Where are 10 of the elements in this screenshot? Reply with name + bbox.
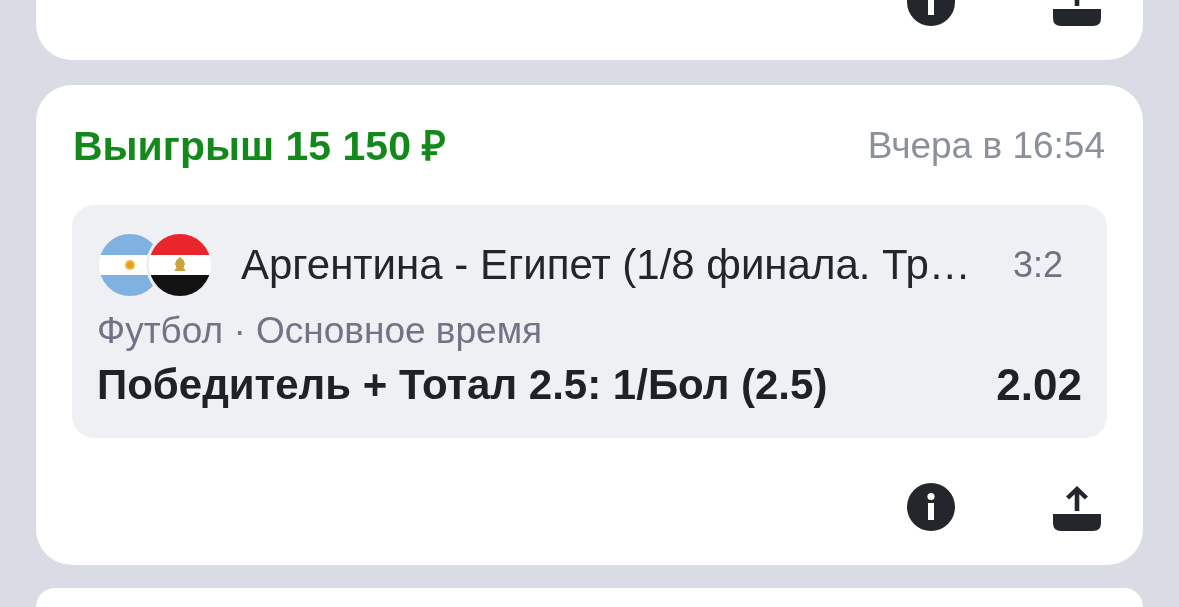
sport-line: Футбол · Основное время: [97, 311, 544, 351]
bet-selection: Победитель + Тотал 2.5: 1/Бол (2.5): [97, 362, 828, 408]
bet-time: Вчера в 16:54: [867, 124, 1105, 168]
match-score: 3:2: [1012, 243, 1063, 287]
match-title: Аргентина - Египет (1/8 финала. Тр…: [241, 240, 972, 290]
bet-odds: 2.02: [996, 362, 1082, 408]
flag-icon: [149, 234, 211, 296]
bet-result: Выигрыш 15 150 ₽: [73, 122, 447, 171]
info-icon[interactable]: [907, 483, 955, 531]
share-icon[interactable]: [1053, 483, 1101, 531]
